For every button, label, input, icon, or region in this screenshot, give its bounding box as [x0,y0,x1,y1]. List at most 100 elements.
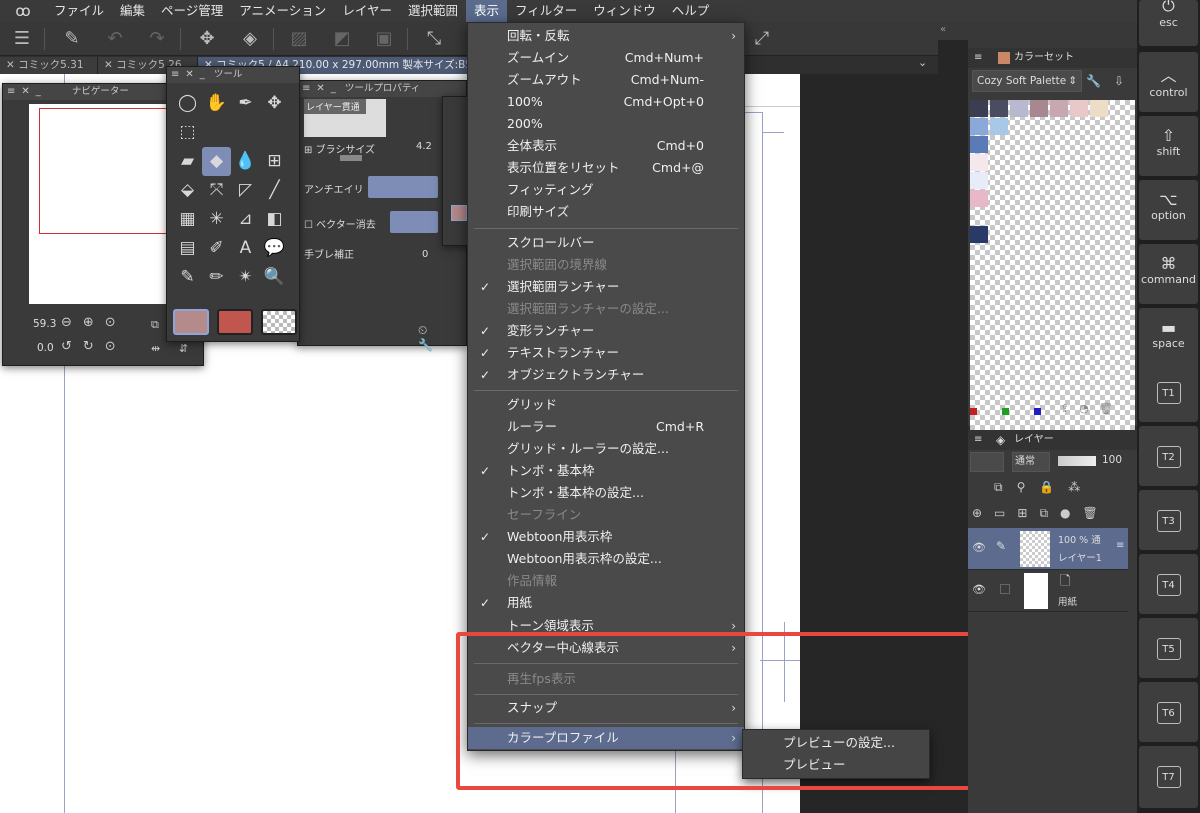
redo-icon[interactable]: ↷ [145,27,169,51]
palette-selector[interactable]: Cozy Soft Palette ⇕ [972,70,1082,92]
menu-item-fitting[interactable]: フィッティング [468,179,744,201]
main-color-swatch[interactable] [173,309,209,335]
navigator-preview[interactable] [29,104,179,304]
add-color-blue-icon[interactable] [1034,408,1041,415]
panel-menu-icon[interactable]: ≡ [974,430,982,450]
menu-item-zoom-out[interactable]: ズームアウト Cmd+Num- [468,69,744,91]
menu-item-scrollbar[interactable]: スクロールバー [468,232,744,254]
menu-window[interactable]: ウィンドウ [585,0,664,22]
menu-item-rotate-flip[interactable]: 回転・反転 › [468,25,744,47]
hand-icon[interactable]: ✋ [202,89,231,118]
palette-import-icon[interactable]: ⇩ [1114,74,1124,88]
tabs-dropdown-icon[interactable]: ⌄ [918,56,927,69]
minimize-icon[interactable]: _ [331,81,336,97]
opacity-slider[interactable] [1058,456,1096,466]
shift-key[interactable]: ⇧ shift [1139,116,1198,176]
sub-color-swatch[interactable] [217,309,253,335]
blend-mode-selector[interactable]: 通常 [1012,452,1050,472]
invert-selection-icon[interactable]: ◩ [330,27,354,51]
mini-color-swatch[interactable] [451,205,467,221]
menu-item-snap[interactable]: スナップ › [468,697,744,719]
zoom-controls[interactable]: ⊖⊕⊙ [61,315,127,330]
control-key[interactable]: ︿ control [1139,52,1198,112]
move-icon[interactable]: ✥ [195,27,219,51]
flip-vertical-icon[interactable]: ⇵ [179,342,188,355]
property-footer-icons[interactable]: ⏲🔧 [418,323,466,352]
layer-move-icon[interactable]: ◈ [238,27,262,51]
minimize-icon[interactable]: _ [200,67,205,83]
blend-icon[interactable]: 💧 [231,147,260,176]
transparent-color-swatch[interactable] [261,309,297,335]
menu-icon[interactable]: ≡ [302,81,310,97]
menu-page[interactable]: ページ管理 [153,0,231,22]
vector-erase-mode[interactable] [390,211,438,233]
transform-icon[interactable]: ⤡ [422,27,446,51]
layer-row-paper[interactable]: 👁 🗋 用紙 [968,570,1128,612]
menu-selection[interactable]: 選択範囲 [400,0,466,22]
navigator-view-rect[interactable] [39,108,169,234]
lasso-icon[interactable]: ◯ [173,89,202,118]
t3-key[interactable]: T3 [1139,490,1198,550]
menu-item-paper[interactable]: ✓ 用紙 [468,592,744,614]
gradient-icon[interactable]: ◧ [260,205,289,234]
brush-size-row[interactable]: ⊞ ブラシサイズ 4.2 [304,141,432,156]
collapse-icon[interactable]: « [940,24,946,35]
menu-file[interactable]: ファイル [46,0,112,22]
menu-item-fit-all[interactable]: 全体表示 Cmd+0 [468,135,744,157]
t1-key[interactable]: T1 [1139,362,1198,422]
effect-lines-icon[interactable]: ✳ [202,205,231,234]
menu-item-ruler[interactable]: ルーラー Cmd+R [468,416,744,438]
frame-border-icon[interactable]: ▤ [173,234,202,263]
esc-key[interactable]: ⏻ esc [1139,0,1198,46]
correct-line-icon[interactable]: ✐ [202,234,231,263]
layer-tab[interactable]: ≡ ◈ レイヤー [968,430,1137,450]
color-swatch-grid[interactable] [970,100,1135,430]
layer-row-1[interactable]: 👁 ✎ 100 % 通 レイヤー1 ≡ [968,528,1128,570]
menu-item-text-launcher[interactable]: ✓ テキストランチャー [468,342,744,364]
menu-item-crop-marks-settings[interactable]: トンボ・基本枠の設定... [468,482,744,504]
ruler-icon[interactable]: ◸ [231,176,260,205]
color-set-actions[interactable]: ⇪◔🗑 [1060,402,1123,415]
panel-menu-icon[interactable]: ≡ [974,48,982,68]
object-select-icon[interactable]: ⬚ [173,118,202,147]
menu-filter[interactable]: フィルター [507,0,585,22]
menu-item-100[interactable]: 100% Cmd+Opt+0 [468,91,744,113]
t6-key[interactable]: T6 [1139,682,1198,742]
tone-icon[interactable]: ▦ [173,205,202,234]
eye-icon[interactable]: 👁 [972,541,986,554]
menu-item-crop-marks[interactable]: ✓ トンボ・基本枠 [468,460,744,482]
menu-layer[interactable]: レイヤー [334,0,400,22]
flip-horizontal-icon[interactable]: ⇹ [151,342,160,355]
auto-select-icon[interactable]: ⤧ [202,176,231,205]
perspective-ruler-icon[interactable]: ⊿ [231,205,260,234]
palette-settings-icon[interactable]: 🔧 [1086,74,1101,88]
zoom-icon[interactable]: 🔍 [260,263,289,292]
t7-key[interactable]: T7 [1139,746,1198,808]
fullscreen-icon[interactable]: ⤢ [750,27,774,51]
command-key[interactable]: ⌘ command [1139,244,1198,304]
menu-item-object-launcher[interactable]: ✓ オブジェクトランチャー [468,364,744,386]
rotation-controls[interactable]: ↺↻⊙ [61,339,127,354]
text-icon[interactable]: A [231,234,260,263]
brush-size-slider[interactable] [340,155,362,161]
layer-action-icons[interactable]: ⊕▭⊞⧉●🗑 [972,506,1110,521]
close-icon[interactable]: ✕ [185,67,193,83]
app-logo-icon[interactable]: ꝏ [0,2,46,20]
layer-color-selector[interactable] [970,452,1004,472]
t2-key[interactable]: T2 [1139,426,1198,486]
fill-bucket-icon[interactable]: ⬙ [173,176,202,205]
close-icon[interactable]: ✕ [316,81,324,97]
vertical-scrollbar[interactable]: « [938,24,968,813]
move-icon[interactable]: ✥ [260,89,289,118]
menu-item-print-size[interactable]: 印刷サイズ [468,201,744,223]
vector-erase-row[interactable]: ☐ ベクター消去 [304,216,376,231]
add-color-green-icon[interactable] [1002,408,1009,415]
eraser-icon[interactable]: ◆ [202,147,231,176]
drag-handle-icon[interactable]: ≡ [1116,540,1124,551]
sparkle-icon[interactable]: ✴ [231,263,260,292]
space-key[interactable]: ▬ space [1139,308,1198,368]
menu-icon[interactable]: ≡ [171,67,179,83]
menu-view[interactable]: 表示 [465,0,507,22]
menu-icon[interactable]: ≡ [7,84,15,100]
pen-icon[interactable]: ✎ [60,27,84,51]
